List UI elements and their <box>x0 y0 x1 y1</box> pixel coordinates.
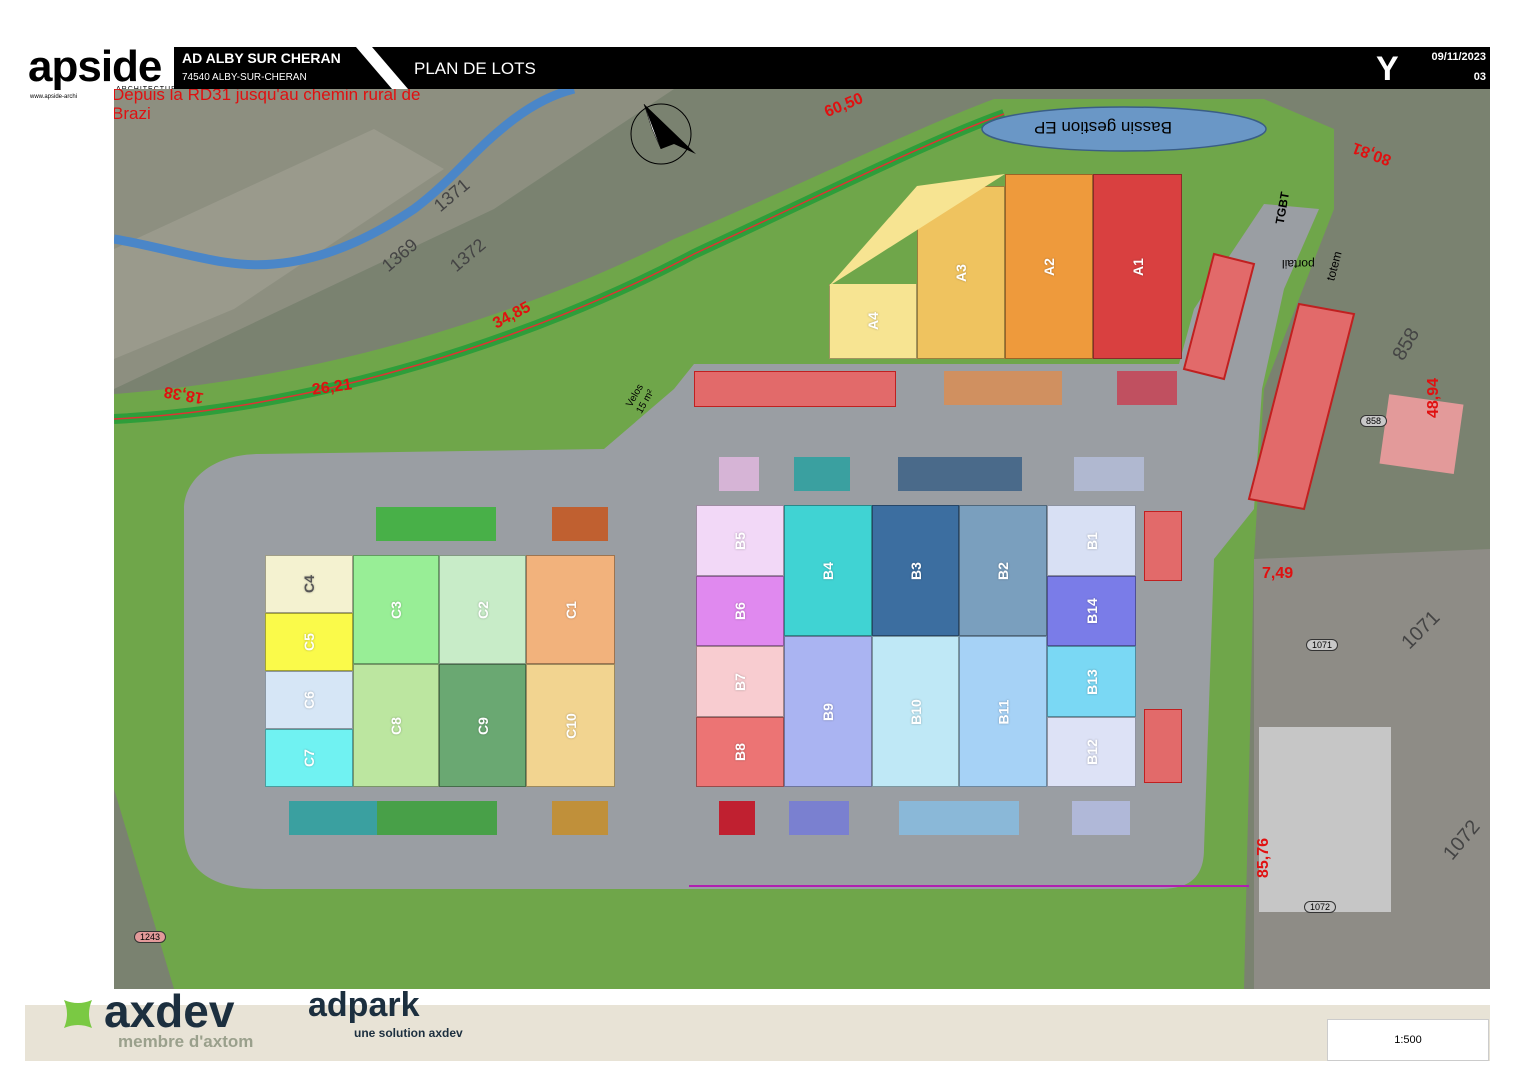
parking-row <box>944 371 1062 405</box>
lot-C2[interactable]: C2 <box>439 555 526 664</box>
road-text: Depuis la RD31 jusqu'au chemin rural de … <box>114 89 420 123</box>
lot-B6[interactable]: B6 <box>696 576 784 646</box>
parking-row <box>898 457 1022 491</box>
lot-B5[interactable]: B5 <box>696 505 784 576</box>
lot-C5[interactable]: C5 <box>265 613 353 671</box>
scale-box: 1:500 <box>1327 1019 1489 1061</box>
lot-B3[interactable]: B3 <box>872 505 959 636</box>
adpark-word: adpark <box>308 986 420 1024</box>
lot-B1[interactable]: B1 <box>1047 505 1136 576</box>
parking-row <box>794 457 850 491</box>
lot-B2[interactable]: B2 <box>959 505 1047 636</box>
plan-date: 09/11/2023 <box>1431 51 1486 63</box>
parking-row <box>1117 371 1177 405</box>
parking-row <box>719 457 759 491</box>
parcel-tag-1072: 1072 <box>1304 901 1337 913</box>
parcel-tag-1243: 1243 <box>134 931 167 943</box>
axdev-member: membre d'axtom <box>118 1032 254 1051</box>
slash-divider-icon <box>356 47 408 89</box>
lot-C7[interactable]: C7 <box>265 729 353 787</box>
lot-B11[interactable]: B11 <box>959 636 1047 787</box>
lot-B12[interactable]: B12 <box>1047 717 1136 787</box>
portail-label: portail <box>1282 257 1315 271</box>
lot-C4[interactable]: C4 <box>265 555 353 613</box>
y-mark: Y <box>1376 50 1399 88</box>
logo-web: www.apside-archi <box>30 94 78 100</box>
parking-row <box>377 801 497 835</box>
dim-48-94: 48,94 <box>1425 377 1443 419</box>
lot-A1[interactable]: A1 <box>1093 174 1182 359</box>
project-city: 74540 ALBY-SUR-CHERAN <box>182 72 307 83</box>
lot-C3[interactable]: C3 <box>353 555 439 664</box>
lots-b-group: B5 B4 B3 B2 B1 B6 B14 B7 B9 B10 B11 B13 … <box>696 505 1136 787</box>
lot-C9[interactable]: C9 <box>439 664 526 787</box>
lot-a4-diagonal <box>829 174 1005 286</box>
lot-C8[interactable]: C8 <box>353 664 439 787</box>
lot-B13[interactable]: B13 <box>1047 646 1136 717</box>
parking-row <box>789 801 849 835</box>
axdev-word: axdev <box>104 985 235 1037</box>
parking-row <box>694 371 896 407</box>
site-plan: A4 A3 A2 A1 C4 C3 C2 C1 C5 C6 C8 C9 C10 … <box>114 89 1490 989</box>
project-name: AD ALBY SUR CHERAN <box>182 50 341 66</box>
lot-A4[interactable]: A4 <box>829 284 917 359</box>
parking-row <box>1144 511 1182 581</box>
lot-B4[interactable]: B4 <box>784 505 872 636</box>
axdev-cross-icon <box>64 1000 92 1028</box>
lot-B14[interactable]: B14 <box>1047 576 1136 646</box>
dim-7-49: 7,49 <box>1262 565 1294 582</box>
lot-C10[interactable]: C10 <box>526 664 615 787</box>
logo-text: apside <box>28 42 162 91</box>
scale-value: 1:500 <box>1394 1034 1422 1046</box>
lot-C1[interactable]: C1 <box>526 555 615 664</box>
parcel-tag-1071: 1071 <box>1306 639 1339 651</box>
parcel-tag-858: 858 <box>1360 415 1388 427</box>
sheet-number: 03 <box>1473 71 1486 83</box>
parking-row <box>376 507 496 541</box>
parking-row <box>719 801 755 835</box>
road-text-line-1: Depuis la RD31 jusqu'au chemin rural de <box>114 89 421 104</box>
axdev-logo: axdev membre d'axtom <box>58 984 288 1058</box>
lot-B10[interactable]: B10 <box>872 636 959 787</box>
parking-row <box>1074 457 1144 491</box>
lot-B9[interactable]: B9 <box>784 636 872 787</box>
lot-C6[interactable]: C6 <box>265 671 353 729</box>
parking-row <box>289 801 377 835</box>
lot-B7[interactable]: B7 <box>696 646 784 717</box>
adpark-sub: une solution axdev <box>354 1026 463 1040</box>
basin-label: Bassin gestion EP <box>1034 118 1172 137</box>
road-text-line-2: Brazi <box>114 104 151 123</box>
title-bar: AD ALBY SUR CHERAN 74540 ALBY-SUR-CHERAN… <box>174 47 1490 89</box>
parking-row <box>1144 709 1182 783</box>
lot-B8[interactable]: B8 <box>696 717 784 787</box>
adpark-logo: adpark une solution axdev <box>308 986 488 1046</box>
parking-row <box>552 507 608 541</box>
parking-row <box>552 801 608 835</box>
parking-row <box>1072 801 1130 835</box>
dim-85-76: 85,76 <box>1255 837 1273 879</box>
plan-title: PLAN DE LOTS <box>414 59 536 78</box>
lots-c-group: C4 C3 C2 C1 C5 C6 C8 C9 C10 C7 <box>265 555 615 787</box>
parking-row <box>899 801 1019 835</box>
